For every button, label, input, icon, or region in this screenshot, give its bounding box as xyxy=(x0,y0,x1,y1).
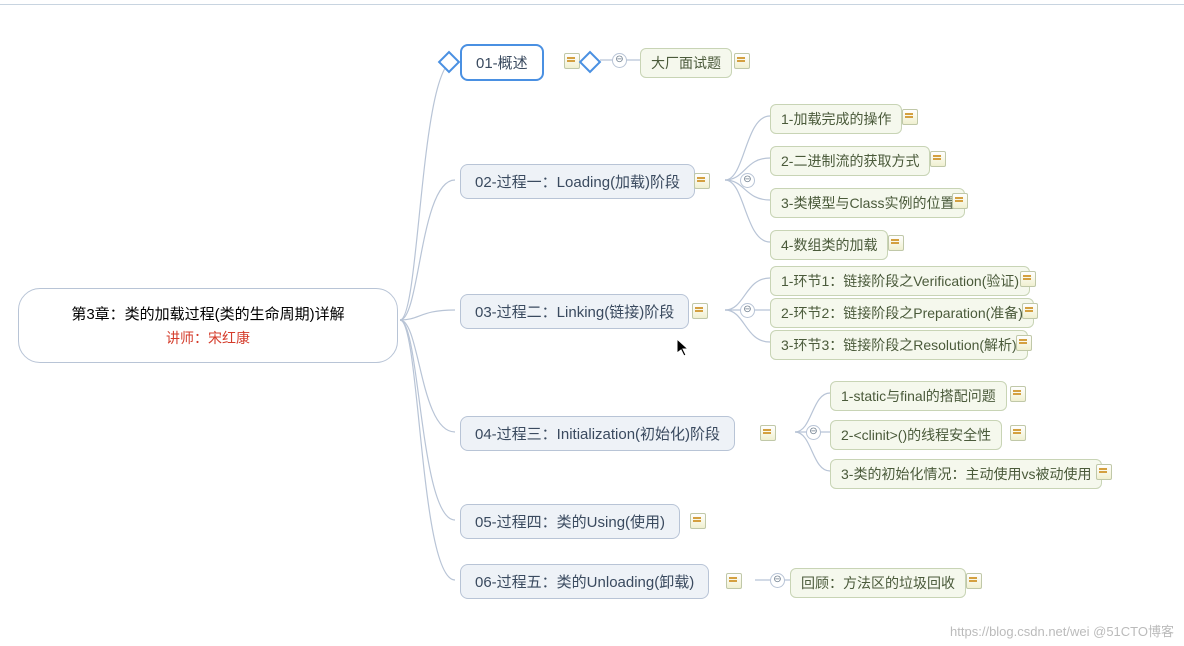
selection-handle-left[interactable] xyxy=(438,51,461,74)
window-top-border xyxy=(0,0,1184,5)
root-title: 第3章：类的加载过程(类的生命周期)详解 xyxy=(71,303,344,324)
note-icon[interactable] xyxy=(726,573,742,589)
note-icon[interactable] xyxy=(1016,335,1032,351)
collapse-toggle[interactable]: ⊖ xyxy=(806,425,821,440)
mouse-cursor-icon xyxy=(676,338,690,358)
note-icon[interactable] xyxy=(564,53,580,69)
root-subtitle: 讲师：宋红康 xyxy=(71,328,344,348)
topic-02[interactable]: 02-过程一：Loading(加载)阶段 xyxy=(460,164,695,199)
note-icon[interactable] xyxy=(694,173,710,189)
collapse-toggle[interactable]: ⊖ xyxy=(612,53,627,68)
topic-04[interactable]: 04-过程三：Initialization(初始化)阶段 xyxy=(460,416,735,451)
note-icon[interactable] xyxy=(690,513,706,529)
note-icon[interactable] xyxy=(966,573,982,589)
note-icon[interactable] xyxy=(1010,425,1026,441)
note-icon[interactable] xyxy=(1096,464,1112,480)
note-icon[interactable] xyxy=(1010,386,1026,402)
leaf-node[interactable]: 2-环节2：链接阶段之Preparation(准备) xyxy=(770,298,1034,328)
leaf-node[interactable]: 3-类模型与Class实例的位置 xyxy=(770,188,965,218)
leaf-node[interactable]: 大厂面试题 xyxy=(640,48,732,78)
note-icon[interactable] xyxy=(1020,271,1036,287)
collapse-toggle[interactable]: ⊖ xyxy=(740,173,755,188)
leaf-node[interactable]: 2-<clinit>()的线程安全性 xyxy=(830,420,1002,450)
collapse-toggle[interactable]: ⊖ xyxy=(770,573,785,588)
note-icon[interactable] xyxy=(760,425,776,441)
leaf-node[interactable]: 3-环节3：链接阶段之Resolution(解析) xyxy=(770,330,1028,360)
topic-06[interactable]: 06-过程五：类的Unloading(卸载) xyxy=(460,564,709,599)
note-icon[interactable] xyxy=(902,109,918,125)
root-node[interactable]: 第3章：类的加载过程(类的生命周期)详解 讲师：宋红康 xyxy=(18,288,398,363)
watermark-text: https://blog.csdn.net/wei @51CTO博客 xyxy=(950,621,1174,640)
leaf-node[interactable]: 回顾：方法区的垃圾回收 xyxy=(790,568,966,598)
topic-01[interactable]: 01-概述 xyxy=(460,44,544,81)
leaf-node[interactable]: 1-static与final的搭配问题 xyxy=(830,381,1007,411)
note-icon[interactable] xyxy=(888,235,904,251)
leaf-node[interactable]: 1-环节1：链接阶段之Verification(验证) xyxy=(770,266,1030,296)
note-icon[interactable] xyxy=(930,151,946,167)
note-icon[interactable] xyxy=(692,303,708,319)
leaf-node[interactable]: 2-二进制流的获取方式 xyxy=(770,146,930,176)
selection-handle-right[interactable] xyxy=(579,51,602,74)
leaf-node[interactable]: 4-数组类的加载 xyxy=(770,230,888,260)
collapse-toggle[interactable]: ⊖ xyxy=(740,303,755,318)
leaf-node[interactable]: 1-加载完成的操作 xyxy=(770,104,902,134)
topic-05[interactable]: 05-过程四：类的Using(使用) xyxy=(460,504,680,539)
note-icon[interactable] xyxy=(734,53,750,69)
topic-03[interactable]: 03-过程二：Linking(链接)阶段 xyxy=(460,294,689,329)
note-icon[interactable] xyxy=(952,193,968,209)
leaf-node[interactable]: 3-类的初始化情况：主动使用vs被动使用 xyxy=(830,459,1102,489)
note-icon[interactable] xyxy=(1022,303,1038,319)
